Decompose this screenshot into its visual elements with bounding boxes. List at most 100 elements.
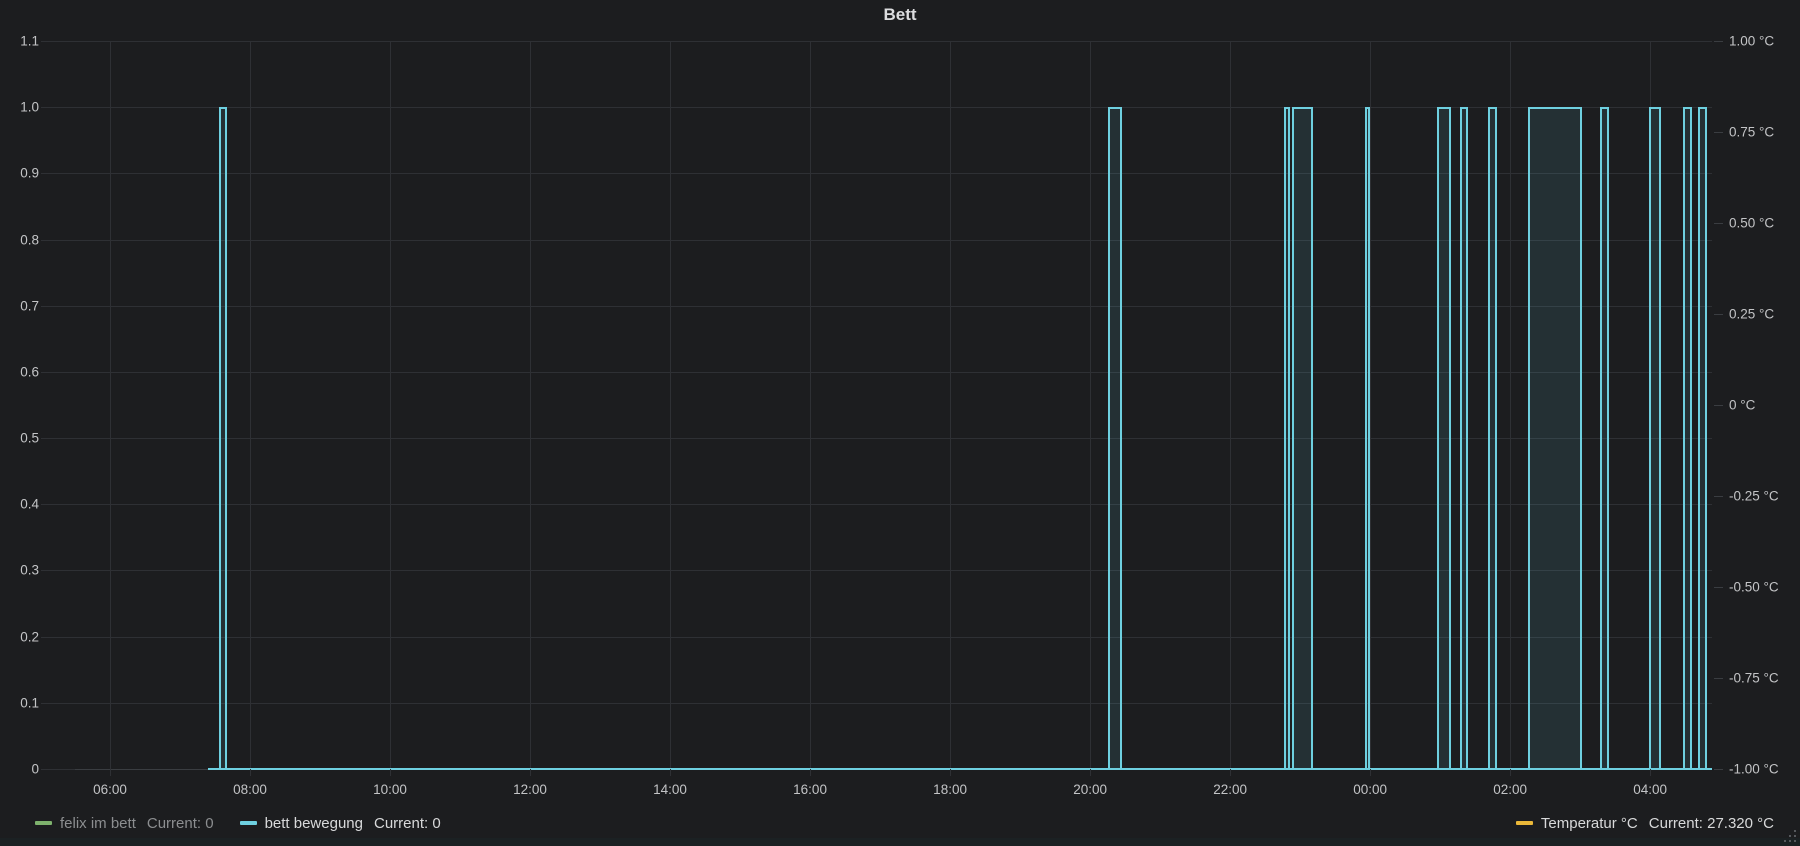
series-pulse xyxy=(1283,107,1290,769)
y-tick-mark-left xyxy=(41,305,75,307)
y-tick-label-left: 0.7 xyxy=(20,298,39,314)
x-tick-label: 14:00 xyxy=(653,782,687,797)
y-tick-label-right: -1.00 °C xyxy=(1729,761,1779,777)
gridline-vertical xyxy=(1370,41,1372,769)
y-tick-mark-left xyxy=(41,636,75,638)
legend-current-value: Current: 0 xyxy=(146,814,214,832)
series-pulse xyxy=(1682,107,1693,769)
x-tick-mark xyxy=(810,769,812,776)
x-tick-mark xyxy=(1230,769,1232,776)
x-tick-mark xyxy=(250,769,252,776)
plot-area[interactable] xyxy=(75,41,1712,770)
y-tick-label-left: 0.5 xyxy=(20,430,39,446)
y-axis-left: 1.1 1.0 0.9 0.8 0.7 0.6 0.5 0.4 0.3 0.2 0.1 0 xyxy=(0,34,75,777)
y-tick-label-left: 0.9 xyxy=(20,165,39,181)
legend-current-value: Current: 0 xyxy=(373,814,441,832)
series-pulse xyxy=(1527,107,1583,769)
y-tick-mark-left xyxy=(41,107,75,109)
y-tick-mark-right xyxy=(1714,314,1723,315)
series-pulse xyxy=(1648,107,1661,769)
y-tick-mark-right xyxy=(1714,132,1723,133)
x-tick-label: 22:00 xyxy=(1213,782,1248,797)
y-axis-right: 1.00 °C 0.75 °C 0.50 °C 0.25 °C 0 °C -0.25 °C… xyxy=(1712,34,1800,777)
gridline-horizontal xyxy=(75,41,1712,42)
y-tick-label-right: -0.50 °C xyxy=(1729,579,1779,595)
x-tick-label: 20:00 xyxy=(1073,782,1107,797)
x-tick-label: 00:00 xyxy=(1353,782,1388,797)
y-tick-mark-right xyxy=(1714,496,1723,497)
y-tick-label-left: 0.3 xyxy=(20,562,39,578)
y-tick-label-right: 0.50 °C xyxy=(1729,215,1775,231)
legend-item-temperatur: Temperatur °C Current: 27.320 °C xyxy=(1515,814,1774,832)
x-tick-mark xyxy=(1090,769,1092,776)
y-tick-mark-right xyxy=(1714,405,1723,406)
x-tick-mark xyxy=(1510,769,1512,776)
y-tick-label-left: 1.1 xyxy=(20,33,39,49)
y-tick-mark-left xyxy=(41,371,75,373)
legend-series-name[interactable]: bett bewegung xyxy=(265,815,363,832)
x-tick-mark xyxy=(390,769,392,776)
gridline-vertical xyxy=(530,41,532,769)
graph-panel: Bett 1.1 1.0 0.9 0.8 0.7 0.6 0.5 0.4 0.3 0.2 0.1 0 … xyxy=(0,0,1800,846)
x-tick-label: 04:00 xyxy=(1633,782,1668,797)
gridline-vertical xyxy=(1090,41,1092,769)
panel-resize-handle[interactable] xyxy=(1783,829,1797,843)
y-tick-mark-left xyxy=(41,769,75,770)
bottom-strip xyxy=(0,838,1800,846)
y-tick-label-right: -0.25 °C xyxy=(1729,488,1779,504)
gridline-vertical xyxy=(950,41,952,769)
y-tick-label-left: 0.8 xyxy=(20,232,39,248)
y-tick-mark-left xyxy=(41,41,75,42)
series-pulse xyxy=(1599,107,1610,769)
series-color-dash-yellow xyxy=(1515,821,1533,825)
y-tick-mark-left xyxy=(41,438,75,440)
x-tick-label: 18:00 xyxy=(933,782,967,797)
gridline-vertical xyxy=(1510,41,1512,769)
x-tick-mark xyxy=(1650,769,1652,776)
gridline-vertical xyxy=(810,41,812,769)
legend-item-bett-bewegung: bett bewegung Current: 0 xyxy=(239,814,441,832)
legend-left-group: felix im bett Current: 0 bett bewegung C… xyxy=(35,815,441,832)
x-tick-label: 16:00 xyxy=(793,782,827,797)
y-tick-mark-right xyxy=(1714,223,1723,224)
y-tick-label-right: 0.75 °C xyxy=(1729,124,1775,140)
y-tick-label-left: 0.1 xyxy=(20,695,39,711)
series-pulse xyxy=(1365,107,1371,769)
series-pulse xyxy=(1107,107,1122,769)
legend: felix im bett Current: 0 bett bewegung C… xyxy=(0,808,1800,838)
y-tick-label-left: 0 xyxy=(31,761,39,777)
y-tick-mark-right xyxy=(1714,678,1723,679)
y-tick-mark-left xyxy=(41,570,75,572)
y-tick-label-right: 1.00 °C xyxy=(1729,33,1775,49)
y-tick-label-left: 0.6 xyxy=(20,364,39,380)
y-tick-label-left: 0.2 xyxy=(20,629,39,645)
legend-current-value: Current: 27.320 °C xyxy=(1648,814,1774,832)
y-tick-mark-right xyxy=(1714,769,1723,770)
legend-series-name[interactable]: felix im bett xyxy=(60,815,136,832)
y-tick-label-left: 0.4 xyxy=(20,496,39,512)
x-tick-label: 12:00 xyxy=(513,782,547,797)
x-tick-label: 08:00 xyxy=(233,782,267,797)
y-tick-mark-right xyxy=(1714,41,1723,42)
x-tick-mark xyxy=(950,769,952,776)
y-tick-label-right: 0.25 °C xyxy=(1729,306,1775,322)
x-tick-label: 10:00 xyxy=(373,782,407,797)
panel-title[interactable]: Bett xyxy=(0,0,1800,32)
series-pulse xyxy=(1436,107,1451,769)
legend-series-name[interactable]: Temperatur °C xyxy=(1541,815,1638,832)
y-tick-mark-left xyxy=(41,173,75,175)
x-tick-mark xyxy=(530,769,532,776)
gridline-vertical xyxy=(1230,41,1232,769)
y-tick-label-right: 0 °C xyxy=(1729,397,1756,413)
legend-right-group: Temperatur °C Current: 27.320 °C xyxy=(1515,814,1774,832)
y-tick-mark-left xyxy=(41,702,75,704)
y-tick-mark-left xyxy=(41,504,75,506)
x-axis: 06:00 08:00 10:00 12:00 14:00 16:00 18:00 20:00… xyxy=(75,769,1712,803)
series-pulse xyxy=(1487,107,1498,769)
y-tick-label-left: 1.0 xyxy=(20,99,39,115)
x-tick-mark xyxy=(1370,769,1372,776)
gridline-vertical xyxy=(390,41,392,769)
y-tick-mark-left xyxy=(41,239,75,241)
y-tick-label-right: -0.75 °C xyxy=(1729,670,1779,686)
x-tick-label: 06:00 xyxy=(93,782,127,797)
